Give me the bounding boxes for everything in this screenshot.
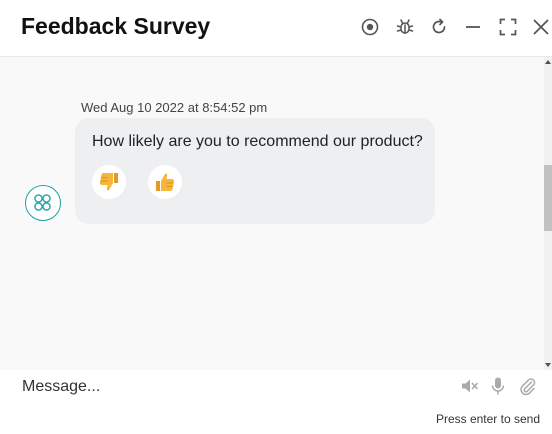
refresh-icon[interactable]: [429, 17, 449, 37]
minimize-icon[interactable]: [463, 17, 483, 37]
message-input[interactable]: [20, 375, 444, 399]
message-timestamp: Wed Aug 10 2022 at 8:54:52 pm: [81, 100, 268, 115]
bot-avatar: [25, 185, 61, 221]
thumbs-down-icon: [99, 173, 118, 191]
scrollbar-thumb[interactable]: [544, 165, 552, 231]
header-bar: Feedback Survey: [0, 0, 552, 57]
scroll-up-arrow-icon[interactable]: [545, 60, 551, 64]
thumbs-up-icon: [156, 173, 175, 191]
bot-logo-icon: [34, 194, 51, 211]
microphone-icon[interactable]: [488, 376, 508, 396]
close-icon[interactable]: [531, 17, 551, 37]
scroll-down-arrow-icon[interactable]: [545, 363, 551, 367]
message-text: How likely are you to recommend our prod…: [92, 133, 423, 150]
expand-icon[interactable]: [498, 17, 518, 37]
mute-icon[interactable]: [460, 376, 480, 396]
window-title: Feedback Survey: [21, 13, 211, 39]
bug-icon[interactable]: [395, 17, 415, 37]
attachment-icon[interactable]: [517, 376, 537, 396]
thumbs-up-button[interactable]: [148, 165, 182, 199]
send-hint: Press enter to send: [435, 412, 540, 426]
message-bubble: How likely are you to recommend our prod…: [75, 118, 435, 224]
record-icon[interactable]: [360, 17, 380, 37]
chat-scrollbar[interactable]: [544, 57, 552, 370]
thumbs-down-button[interactable]: [92, 165, 126, 199]
composer: Press enter to send: [0, 370, 552, 434]
chat-thread[interactable]: Wed Aug 10 2022 at 8:54:52 pm How likely…: [0, 57, 544, 370]
